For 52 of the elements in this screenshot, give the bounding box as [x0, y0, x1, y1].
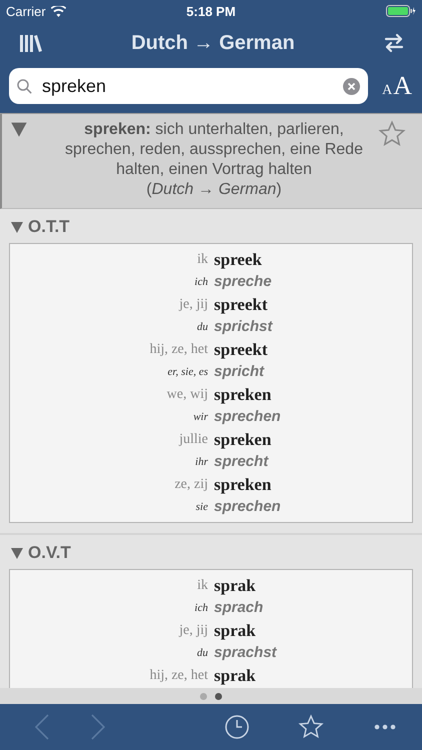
- pronoun: hij, ze, het: [148, 668, 208, 684]
- dutch-verb-form: spreken: [214, 384, 272, 406]
- german-verb-form: sprecht: [214, 452, 270, 472]
- pronoun: ich: [194, 276, 208, 288]
- german-verb-form: sprichst: [214, 317, 274, 337]
- dutch-verb-form: sprak: [214, 620, 257, 642]
- german-verb-form: spreche: [214, 272, 273, 292]
- german-verb-form: spricht: [214, 362, 266, 382]
- dutch-verb-form: spreekt: [214, 339, 269, 361]
- pronoun: sie: [194, 501, 208, 513]
- search-bar[interactable]: spreken: [9, 68, 368, 104]
- pronoun: ihr: [194, 456, 208, 468]
- search-input[interactable]: spreken: [40, 74, 336, 98]
- page-dot[interactable]: [215, 692, 222, 700]
- german-verb-form: sprach: [214, 598, 264, 618]
- pronoun: we, wij: [166, 386, 208, 402]
- pronoun: er, sie, es: [166, 366, 208, 378]
- pronoun: du: [196, 321, 208, 333]
- pronoun: jullie: [178, 432, 208, 448]
- library-icon[interactable]: [20, 33, 42, 53]
- search-icon: [17, 78, 32, 94]
- pronoun: ze, zij: [174, 476, 208, 492]
- swap-icon[interactable]: [384, 32, 404, 54]
- clock-time: 5:18 PM: [186, 4, 236, 18]
- dutch-verb-form: sprak: [214, 575, 257, 597]
- pronoun: hij, ze, het: [148, 342, 208, 358]
- pronoun: ik: [196, 578, 208, 594]
- tense-section-header[interactable]: O.V.T: [0, 535, 81, 569]
- entry-definition: spreken: sich unterhalten, parlieren, sprechen, reden, aussprechen, eine Rede halten, einen Vortrag halten (Dutch → German): [64, 120, 364, 200]
- nav-title: Dutch → German: [131, 32, 295, 54]
- dutch-verb-form: spreekt: [214, 294, 269, 316]
- pronoun: wir: [192, 411, 208, 423]
- dutch-verb-form: sprak: [214, 665, 257, 687]
- pronoun: je, jij: [178, 296, 208, 312]
- dutch-verb-form: spreek: [214, 249, 263, 271]
- dutch-verb-form: spreken: [214, 429, 272, 451]
- text-size-button[interactable]: AA: [382, 71, 412, 101]
- dutch-verb-form: spreken: [214, 474, 272, 496]
- favorite-star-icon[interactable]: [378, 120, 406, 148]
- german-verb-form: sprechen: [214, 407, 282, 427]
- battery-icon: [386, 5, 416, 17]
- clear-icon[interactable]: [343, 78, 360, 94]
- german-verb-form: sprachst: [214, 643, 278, 663]
- pronoun: ich: [194, 602, 208, 614]
- pronoun: je, jij: [178, 622, 208, 638]
- german-verb-form: sprechen: [214, 497, 282, 517]
- wifi-icon: [50, 6, 66, 16]
- carrier-label: Carrier: [6, 4, 46, 18]
- pronoun: ik: [196, 252, 208, 268]
- page-dot[interactable]: [200, 692, 207, 700]
- tense-section-header[interactable]: O.T.T: [0, 209, 80, 243]
- pronoun: du: [196, 647, 208, 659]
